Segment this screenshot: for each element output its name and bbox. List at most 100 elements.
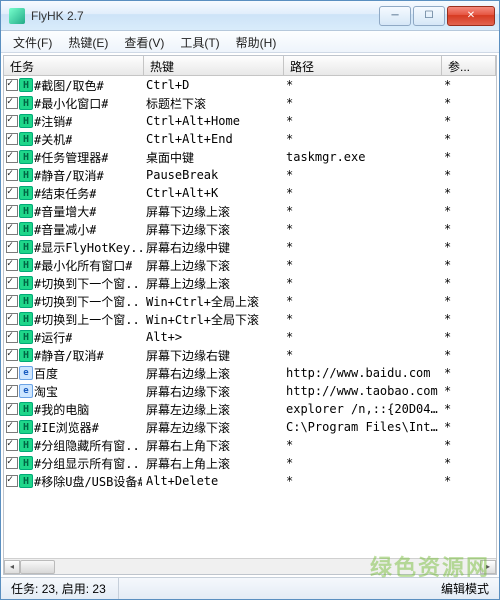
cell-path: * bbox=[284, 132, 442, 146]
enabled-checkbox[interactable] bbox=[6, 331, 18, 343]
cell-hotkey: 屏幕上边缘上滚 bbox=[144, 275, 284, 292]
scroll-thumb[interactable] bbox=[20, 560, 55, 574]
enabled-checkbox[interactable] bbox=[6, 97, 18, 109]
table-row[interactable]: H#最小化所有窗口#屏幕上边缘下滚** bbox=[4, 256, 496, 274]
cell-hotkey: 屏幕左边缘上滚 bbox=[144, 401, 284, 418]
enabled-checkbox[interactable] bbox=[6, 259, 18, 271]
task-name: #任务管理器# bbox=[34, 149, 108, 166]
task-name: #关机# bbox=[34, 131, 72, 148]
cell-path: * bbox=[284, 312, 442, 326]
hotkey-icon: H bbox=[19, 132, 33, 146]
cell-params: * bbox=[442, 312, 496, 326]
enabled-checkbox[interactable] bbox=[6, 241, 18, 253]
col-header-hotkey[interactable]: 热键 bbox=[144, 56, 284, 75]
col-header-params[interactable]: 参... bbox=[442, 56, 496, 75]
minimize-button[interactable]: ─ bbox=[379, 6, 411, 26]
table-row[interactable]: H#音量减小#屏幕下边缘下滚** bbox=[4, 220, 496, 238]
table-row[interactable]: H#显示FlyHotKey...屏幕右边缘中键** bbox=[4, 238, 496, 256]
table-row[interactable]: H#移除U盘/USB设备#Alt+Delete** bbox=[4, 472, 496, 490]
menu-tools[interactable]: 工具(T) bbox=[172, 31, 227, 52]
enabled-checkbox[interactable] bbox=[6, 439, 18, 451]
table-row[interactable]: H#音量增大#屏幕下边缘上滚** bbox=[4, 202, 496, 220]
maximize-button[interactable]: ☐ bbox=[413, 6, 445, 26]
table-row[interactable]: H#截图/取色#Ctrl+D** bbox=[4, 76, 496, 94]
cell-path: * bbox=[284, 240, 442, 254]
enabled-checkbox[interactable] bbox=[6, 475, 18, 487]
enabled-checkbox[interactable] bbox=[6, 205, 18, 217]
hotkey-icon: H bbox=[19, 96, 33, 110]
cell-path: * bbox=[284, 348, 442, 362]
horizontal-scrollbar[interactable]: ◂ ▸ bbox=[4, 558, 496, 574]
close-button[interactable]: ✕ bbox=[447, 6, 495, 26]
cell-task: H#截图/取色# bbox=[4, 77, 144, 94]
hotkey-icon: H bbox=[19, 204, 33, 218]
table-row[interactable]: H#任务管理器#桌面中键taskmgr.exe* bbox=[4, 148, 496, 166]
table-row[interactable]: e百度屏幕右边缘上滚http://www.baidu.com* bbox=[4, 364, 496, 382]
enabled-checkbox[interactable] bbox=[6, 403, 18, 415]
scroll-left-button[interactable]: ◂ bbox=[4, 560, 20, 574]
table-row[interactable]: H#IE浏览器#屏幕左边缘下滚C:\Program Files\Inte...* bbox=[4, 418, 496, 436]
cell-params: * bbox=[442, 258, 496, 272]
cell-hotkey: 屏幕下边缘上滚 bbox=[144, 203, 284, 220]
hotkey-icon: H bbox=[19, 276, 33, 290]
status-mode: 编辑模式 bbox=[441, 580, 493, 597]
table-row[interactable]: H#静音/取消#PauseBreak** bbox=[4, 166, 496, 184]
cell-hotkey: 屏幕上边缘下滚 bbox=[144, 257, 284, 274]
col-header-task[interactable]: 任务 bbox=[4, 56, 144, 75]
table-row[interactable]: H#注销#Ctrl+Alt+Home** bbox=[4, 112, 496, 130]
task-name: #显示FlyHotKey... bbox=[34, 239, 142, 256]
enabled-checkbox[interactable] bbox=[6, 421, 18, 433]
table-row[interactable]: H#切换到下一个窗...Win+Ctrl+全局上滚** bbox=[4, 292, 496, 310]
hotkey-icon: H bbox=[19, 222, 33, 236]
enabled-checkbox[interactable] bbox=[6, 295, 18, 307]
scroll-track[interactable] bbox=[20, 560, 480, 574]
table-row[interactable]: H#分组显示所有窗...屏幕右上角上滚** bbox=[4, 454, 496, 472]
menu-hotkey[interactable]: 热键(E) bbox=[60, 31, 116, 52]
table-row[interactable]: e淘宝屏幕右边缘下滚http://www.taobao.com* bbox=[4, 382, 496, 400]
enabled-checkbox[interactable] bbox=[6, 187, 18, 199]
enabled-checkbox[interactable] bbox=[6, 349, 18, 361]
cell-hotkey: Alt+> bbox=[144, 330, 284, 344]
table-row[interactable]: H#切换到下一个窗...屏幕上边缘上滚** bbox=[4, 274, 496, 292]
table-row[interactable]: H#最小化窗口#标题栏下滚** bbox=[4, 94, 496, 112]
cell-task: H#IE浏览器# bbox=[4, 419, 144, 436]
enabled-checkbox[interactable] bbox=[6, 223, 18, 235]
cell-hotkey: Ctrl+D bbox=[144, 78, 284, 92]
enabled-checkbox[interactable] bbox=[6, 151, 18, 163]
list-header: 任务 热键 路径 参... bbox=[4, 56, 496, 76]
table-row[interactable]: H#静音/取消#屏幕下边缘右键** bbox=[4, 346, 496, 364]
col-header-path[interactable]: 路径 bbox=[284, 56, 442, 75]
cell-params: * bbox=[442, 474, 496, 488]
table-row[interactable]: H#切换到上一个窗...Win+Ctrl+全局下滚** bbox=[4, 310, 496, 328]
cell-task: H#运行# bbox=[4, 329, 144, 346]
menu-view[interactable]: 查看(V) bbox=[116, 31, 172, 52]
cell-task: H#最小化所有窗口# bbox=[4, 257, 144, 274]
table-row[interactable]: H#关机#Ctrl+Alt+End** bbox=[4, 130, 496, 148]
enabled-checkbox[interactable] bbox=[6, 133, 18, 145]
enabled-checkbox[interactable] bbox=[6, 385, 18, 397]
cell-hotkey: Win+Ctrl+全局上滚 bbox=[144, 293, 284, 310]
menu-help[interactable]: 帮助(H) bbox=[228, 31, 285, 52]
task-name: #IE浏览器# bbox=[34, 419, 99, 436]
list-body[interactable]: H#截图/取色#Ctrl+D**H#最小化窗口#标题栏下滚**H#注销#Ctrl… bbox=[4, 76, 496, 558]
table-row[interactable]: H#我的电脑屏幕左边缘上滚explorer /n,::{20D04F...* bbox=[4, 400, 496, 418]
menu-file[interactable]: 文件(F) bbox=[5, 31, 60, 52]
status-enabled-label: 启用: bbox=[62, 580, 89, 597]
cell-hotkey: Ctrl+Alt+End bbox=[144, 132, 284, 146]
hotkey-icon: H bbox=[19, 294, 33, 308]
enabled-checkbox[interactable] bbox=[6, 367, 18, 379]
titlebar[interactable]: FlyHK 2.7 ─ ☐ ✕ bbox=[1, 1, 499, 31]
cell-params: * bbox=[442, 240, 496, 254]
enabled-checkbox[interactable] bbox=[6, 115, 18, 127]
hotkey-icon: H bbox=[19, 402, 33, 416]
enabled-checkbox[interactable] bbox=[6, 169, 18, 181]
table-row[interactable]: H#运行#Alt+>** bbox=[4, 328, 496, 346]
enabled-checkbox[interactable] bbox=[6, 277, 18, 289]
scroll-right-button[interactable]: ▸ bbox=[480, 560, 496, 574]
enabled-checkbox[interactable] bbox=[6, 313, 18, 325]
enabled-checkbox[interactable] bbox=[6, 79, 18, 91]
task-name: #静音/取消# bbox=[34, 167, 104, 184]
enabled-checkbox[interactable] bbox=[6, 457, 18, 469]
table-row[interactable]: H#结束任务#Ctrl+Alt+K** bbox=[4, 184, 496, 202]
table-row[interactable]: H#分组隐藏所有窗...屏幕右上角下滚** bbox=[4, 436, 496, 454]
